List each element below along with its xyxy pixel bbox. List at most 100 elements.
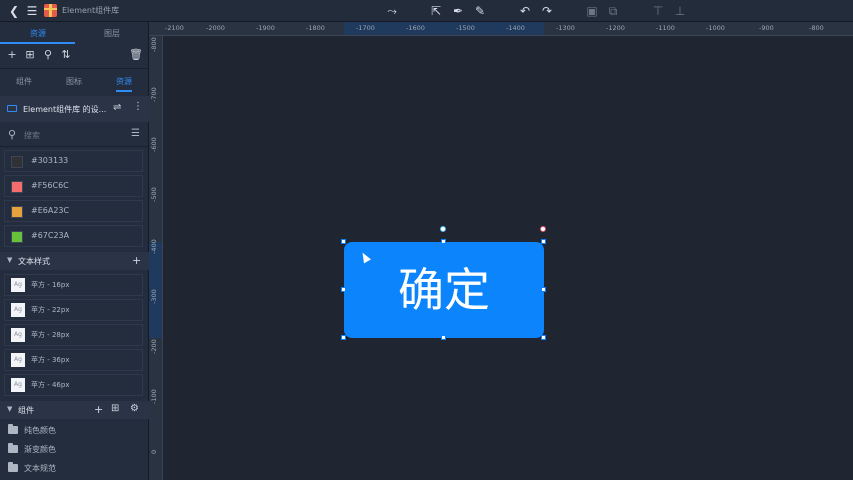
design-canvas[interactable]: 确定 — [163, 36, 853, 480]
resize-handle[interactable] — [341, 335, 346, 340]
ruler-tick-label: -900 — [759, 24, 774, 32]
color-swatch — [11, 181, 23, 193]
ruler-tick-label: -1300 — [556, 24, 575, 32]
section-title: 文本样式 — [18, 257, 50, 266]
active-tab-indicator — [0, 42, 75, 44]
group-icon[interactable]: ▣ — [584, 3, 600, 19]
text-style-preview: Ag — [11, 328, 25, 342]
ruler-tick-label: -800 — [809, 24, 824, 32]
ruler-tick-label: -2100 — [165, 24, 184, 32]
text-style-label: 苹方 - 28px — [31, 331, 70, 339]
text-style-item[interactable]: Ag 苹方 - 36px — [4, 349, 143, 371]
align-bottom-icon[interactable]: ⊥ — [672, 3, 688, 19]
folder-item[interactable]: 纯色颜色 — [0, 422, 149, 440]
pencil-icon[interactable]: ✎ — [472, 3, 488, 19]
color-item[interactable]: #E6A23C — [4, 200, 143, 222]
ungroup-icon[interactable]: ⧉ — [605, 3, 621, 19]
undo-icon[interactable]: ↶ — [517, 3, 533, 19]
text-style-label: 苹方 - 46px — [31, 381, 70, 389]
section-title: 组件 — [18, 406, 34, 415]
sub-tabs: 组件 图标 资源 — [0, 76, 149, 92]
ruler-tick-label: -1100 — [656, 24, 675, 32]
color-item[interactable]: #F56C6C — [4, 175, 143, 197]
sort-icon[interactable]: ⇅ — [59, 48, 73, 61]
gift-icon[interactable] — [44, 4, 57, 17]
search-icon[interactable]: ⚲ — [41, 48, 55, 61]
menu-icon[interactable]: ☰ — [24, 3, 40, 19]
text-style-preview: Ag — [11, 378, 25, 392]
corner-radius-handle[interactable] — [540, 226, 546, 232]
ruler-tick-label: -1000 — [706, 24, 725, 32]
connect-icon[interactable]: ⤳ — [384, 3, 400, 19]
resize-handle[interactable] — [441, 335, 446, 340]
ruler-tick-label: -1200 — [606, 24, 625, 32]
ruler-tick-label: -200 — [150, 339, 158, 354]
text-styles-header[interactable]: ▼ 文本样式 + — [0, 252, 149, 270]
ruler-tick-label: -400 — [150, 239, 158, 254]
confirm-button-component[interactable]: 确定 — [344, 242, 544, 338]
divider — [0, 146, 149, 147]
text-style-item[interactable]: Ag 苹方 - 16px — [4, 274, 143, 296]
text-style-item[interactable]: Ag 苹方 - 46px — [4, 374, 143, 396]
color-item[interactable]: #303133 — [4, 150, 143, 172]
list-view-icon[interactable]: ☰ — [131, 128, 140, 139]
rotate-handle[interactable] — [440, 226, 446, 232]
add-icon[interactable]: + — [132, 254, 141, 267]
folder-label: 渐变颜色 — [24, 445, 56, 454]
components-header[interactable]: ▼ 组件 + ⊞ ⚙ — [0, 401, 149, 419]
subtab-resources[interactable]: 资源 — [116, 76, 132, 87]
ruler-horizontal: -2100 -2000 -1900 -1800 -1700 -1600 -150… — [149, 22, 853, 36]
library-header[interactable]: Element组件库 的设... ⇌ ⋮ — [0, 96, 149, 122]
color-hex: #E6A23C — [31, 206, 70, 215]
add-icon[interactable]: + — [5, 48, 19, 61]
color-swatch — [11, 156, 23, 168]
library-name: Element组件库 的设... — [23, 105, 107, 114]
ruler-tick-label: -1400 — [506, 24, 525, 32]
resize-handle[interactable] — [341, 287, 346, 292]
library-icon — [7, 105, 17, 112]
add-icon[interactable]: + — [94, 403, 103, 416]
new-folder-icon[interactable]: ⊞ — [111, 403, 119, 414]
export-icon[interactable]: ⇱ — [428, 3, 444, 19]
resource-toolbar: + ⊞ ⚲ ⇅ 🗑 — [0, 48, 149, 66]
color-item[interactable]: #67C23A — [4, 225, 143, 247]
top-toolbar: ❮ ☰ Element组件库 ⤳ ⇱ ✒ ✎ ↶ ↷ ▣ ⧉ ⊤ ⊥ — [0, 0, 853, 22]
subtab-components[interactable]: 组件 — [16, 76, 32, 87]
resize-handle[interactable] — [541, 239, 546, 244]
divider — [0, 68, 149, 69]
resize-handle[interactable] — [441, 239, 446, 244]
new-folder-icon[interactable]: ⊞ — [23, 48, 37, 61]
text-style-label: 苹方 - 16px — [31, 281, 70, 289]
chevron-down-icon: ▼ — [7, 405, 13, 413]
document-title: Element组件库 — [62, 6, 120, 15]
ruler-tick-label: -1600 — [406, 24, 425, 32]
trash-icon[interactable]: 🗑 — [129, 48, 143, 61]
folder-item[interactable]: 文本规范 — [0, 460, 149, 478]
text-style-item[interactable]: Ag 苹方 - 22px — [4, 299, 143, 321]
gear-icon[interactable]: ⚙ — [130, 403, 139, 414]
folder-item[interactable]: 渐变颜色 — [0, 441, 149, 459]
more-icon[interactable]: ⋮ — [133, 101, 143, 112]
tab-layers[interactable]: 图层 — [104, 28, 120, 39]
resize-handle[interactable] — [541, 335, 546, 340]
text-style-preview: Ag — [11, 278, 25, 292]
folder-label: 文本规范 — [24, 464, 56, 473]
panel-tabs: 资源 图层 — [0, 22, 149, 44]
ruler-tick-label: -600 — [150, 137, 158, 152]
resize-handle[interactable] — [541, 287, 546, 292]
text-style-preview: Ag — [11, 303, 25, 317]
redo-icon[interactable]: ↷ — [539, 3, 555, 19]
text-style-item[interactable]: Ag 苹方 - 28px — [4, 324, 143, 346]
ruler-tick-label: -300 — [150, 289, 158, 304]
search-bar[interactable]: ⚲ 搜索 ☰ — [0, 126, 149, 144]
folder-label: 纯色颜色 — [24, 426, 56, 435]
ruler-tick-label: -800 — [150, 37, 158, 52]
align-top-icon[interactable]: ⊤ — [650, 3, 666, 19]
resize-handle[interactable] — [341, 239, 346, 244]
subtab-icons[interactable]: 图标 — [66, 76, 82, 87]
folder-icon — [8, 443, 18, 453]
pen-icon[interactable]: ✒ — [450, 3, 466, 19]
back-icon[interactable]: ❮ — [6, 3, 22, 19]
tab-resources[interactable]: 资源 — [30, 28, 46, 39]
swap-icon[interactable]: ⇌ — [113, 102, 121, 113]
